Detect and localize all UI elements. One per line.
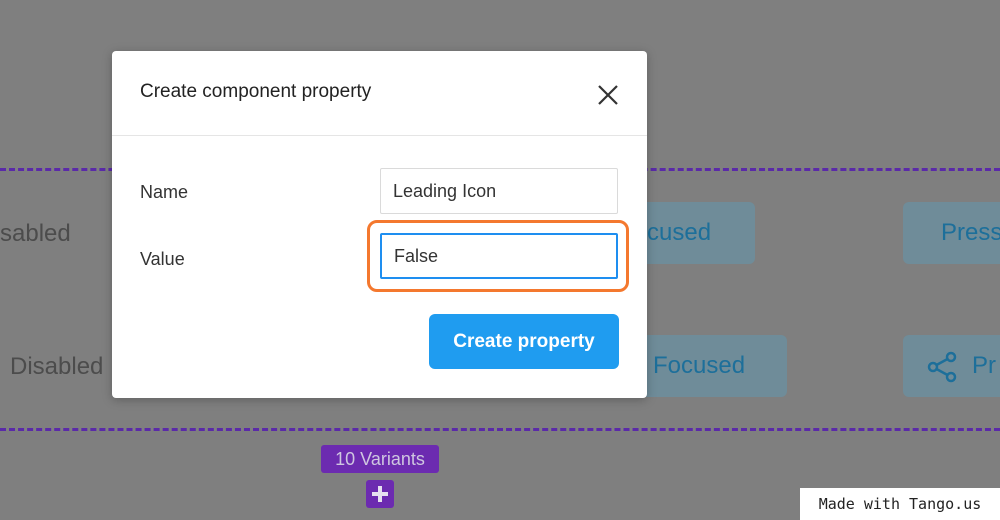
create-property-button[interactable]: Create property xyxy=(429,314,619,369)
variant-label-disabled-row1: sabled xyxy=(0,220,71,247)
value-field-label: Value xyxy=(140,249,185,269)
component-set-bottom-border xyxy=(0,428,1000,431)
create-property-dialog: Create component property Name Value Cre… xyxy=(112,51,647,398)
value-input[interactable] xyxy=(380,233,618,279)
add-variant-button[interactable] xyxy=(366,480,394,508)
dialog-header: Create component property xyxy=(112,51,647,136)
variants-count-badge[interactable]: 10 Variants xyxy=(321,445,439,473)
close-button[interactable] xyxy=(592,79,624,111)
variant-chip-label: cused xyxy=(647,219,712,246)
name-field-label: Name xyxy=(140,182,189,202)
share-icon xyxy=(927,351,957,383)
tango-watermark: Made with Tango.us xyxy=(800,488,1000,520)
variant-chip-pressed-row1[interactable]: Press xyxy=(903,202,1000,264)
variant-chip-label: Press xyxy=(941,219,1000,246)
variant-chip-label: Focused xyxy=(653,352,746,379)
name-input[interactable] xyxy=(380,168,618,214)
close-icon xyxy=(598,85,618,105)
dialog-title: Create component property xyxy=(140,81,372,102)
variant-chip-label: Pr xyxy=(972,352,996,379)
variant-label-disabled-row2: Disabled xyxy=(10,353,104,380)
